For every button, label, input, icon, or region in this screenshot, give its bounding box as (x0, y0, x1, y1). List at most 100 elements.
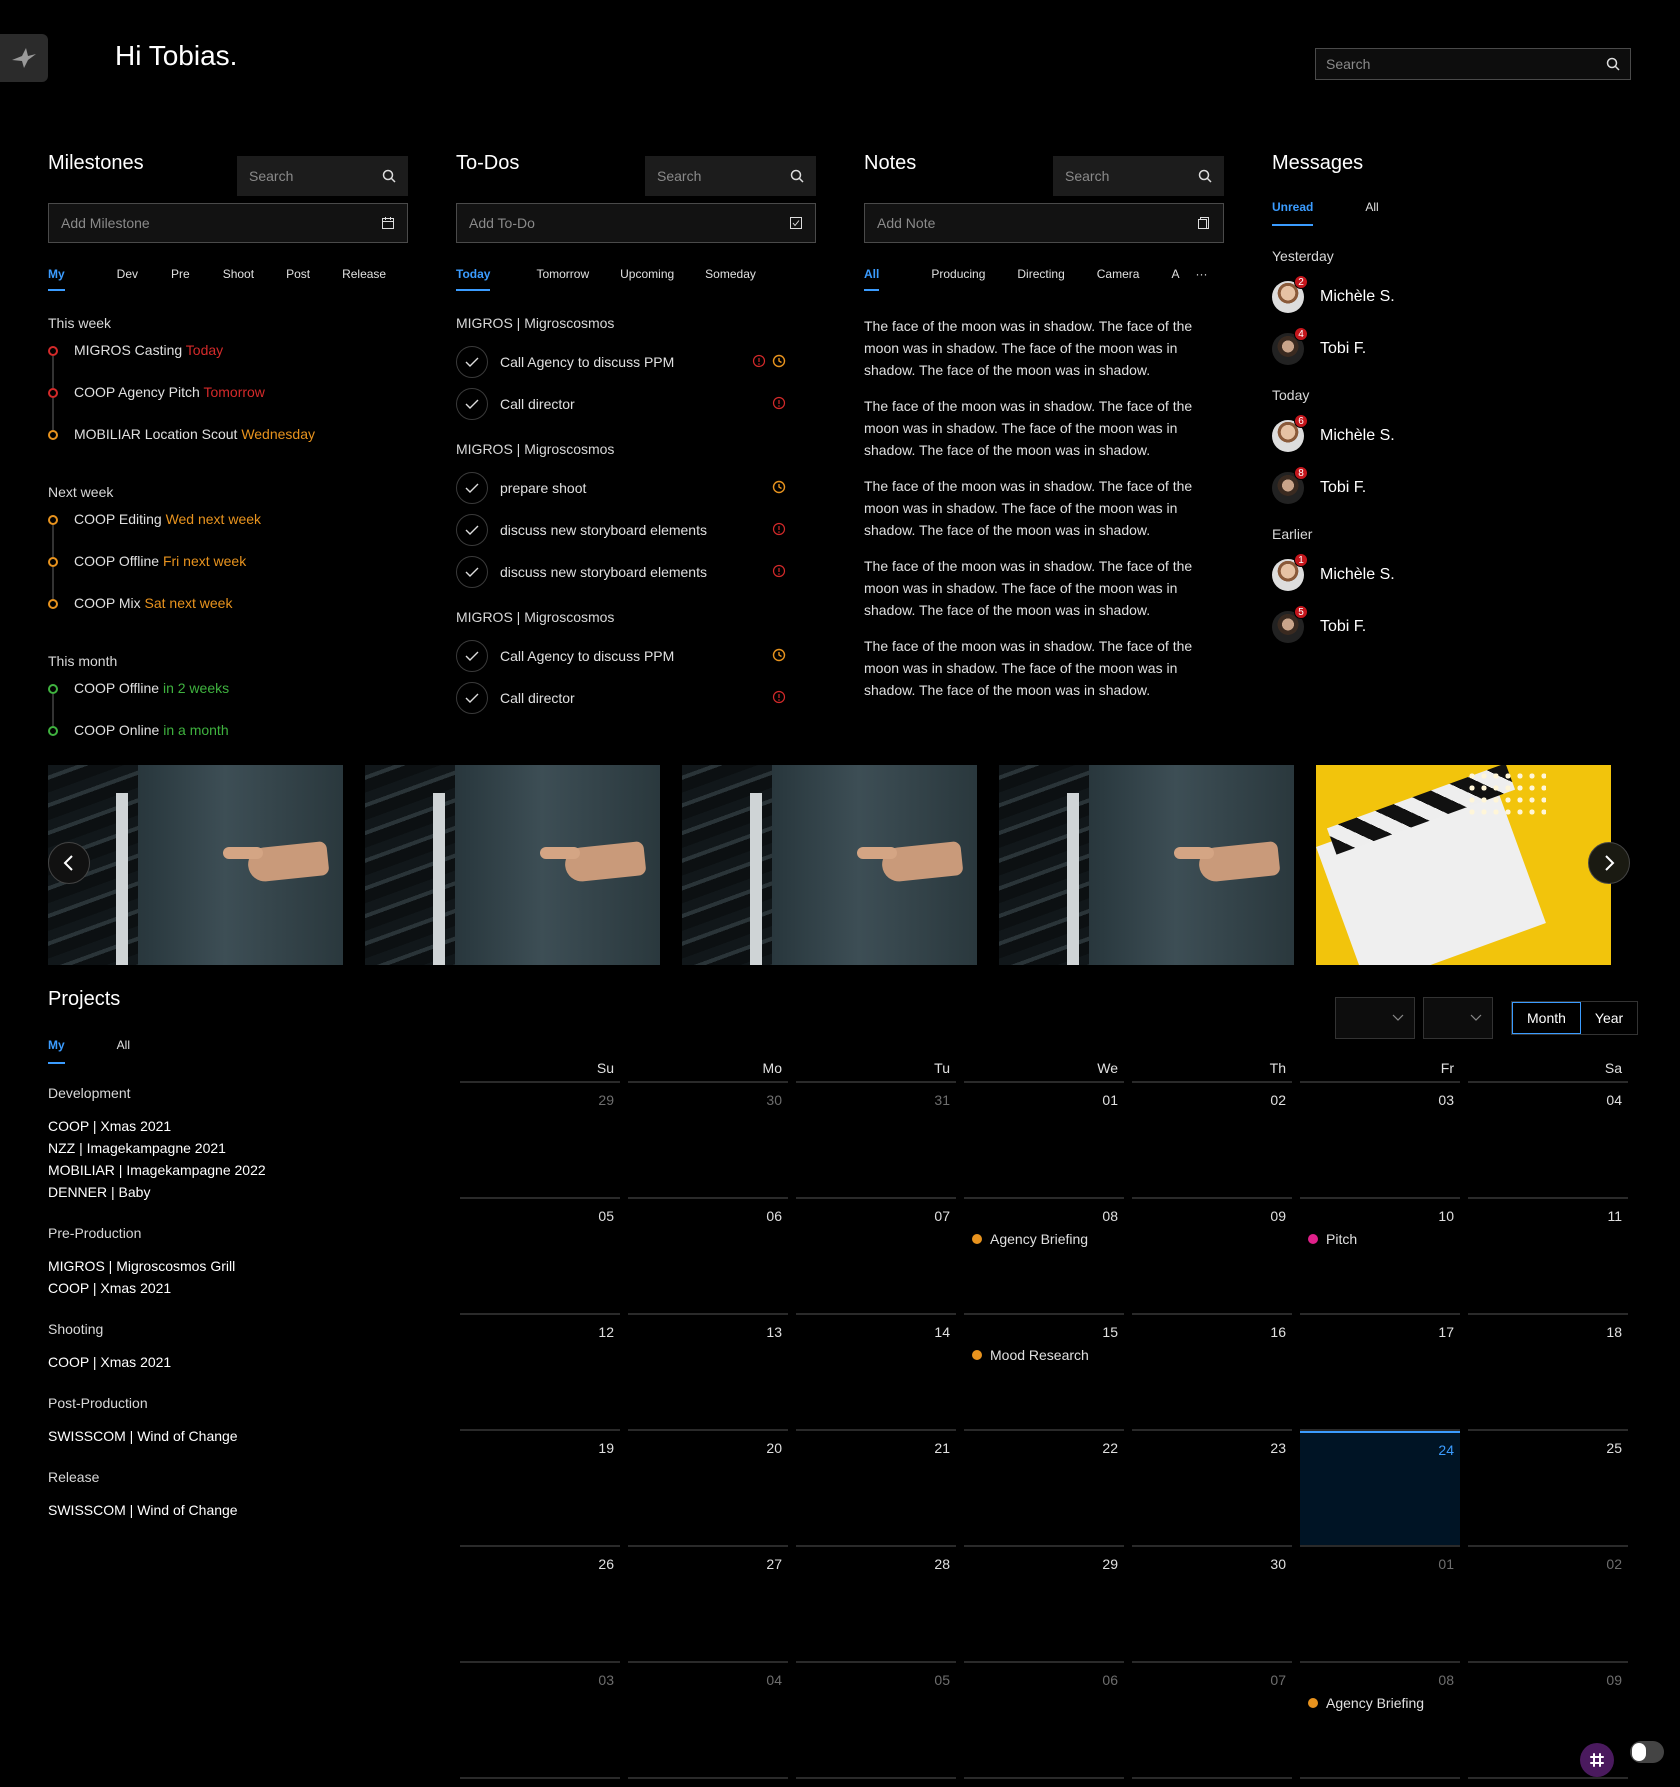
tab-upcoming[interactable]: Upcoming (620, 267, 674, 291)
calendar-day[interactable]: 04 (1468, 1083, 1628, 1199)
message-item[interactable]: 1 Michèle S. (1272, 549, 1572, 601)
calendar-day[interactable]: 01 (1300, 1547, 1460, 1663)
calendar-day[interactable]: 07 (1132, 1663, 1292, 1779)
todo-complete-button[interactable] (456, 514, 488, 546)
tab-dev[interactable]: Dev (117, 267, 138, 291)
calendar-day[interactable]: 03 (460, 1663, 620, 1779)
search-icon[interactable] (382, 169, 396, 183)
milestone-item[interactable]: COOP Editing Wed next week (48, 509, 408, 557)
calendar-day[interactable]: 02 (1468, 1547, 1628, 1663)
note-item[interactable]: The face of the moon was in shadow. The … (864, 635, 1204, 701)
message-item[interactable]: 2 Michèle S. (1272, 271, 1572, 323)
calendar-day[interactable]: 05 (460, 1199, 620, 1315)
calendar-day[interactable]: 04 (628, 1663, 788, 1779)
note-item[interactable]: The face of the moon was in shadow. The … (864, 475, 1204, 541)
calendar-day[interactable]: 31 (796, 1083, 956, 1199)
calendar-day[interactable]: 28 (796, 1547, 956, 1663)
milestones-search-input[interactable]: Search (237, 156, 408, 196)
more-tabs-button[interactable]: ··· (1195, 267, 1207, 291)
note-item[interactable]: The face of the moon was in shadow. The … (864, 315, 1204, 381)
search-icon[interactable] (1606, 57, 1620, 71)
milestone-item[interactable]: MIGROS Casting Today (48, 340, 408, 388)
checkbox-icon[interactable] (789, 216, 803, 230)
theme-toggle[interactable] (1630, 1741, 1664, 1763)
calendar-day[interactable]: 01 (964, 1083, 1124, 1199)
calendar-day[interactable]: 30 (628, 1083, 788, 1199)
notes-search-input[interactable]: Search (1053, 156, 1224, 196)
message-item[interactable]: 4 Tobi F. (1272, 323, 1572, 375)
tab-release[interactable]: Release (342, 267, 386, 291)
global-search-input[interactable]: Search (1315, 48, 1631, 80)
calendar-day[interactable]: 12 (460, 1315, 620, 1431)
tab-my-projects[interactable]: My (48, 1038, 65, 1064)
calendar-day[interactable]: 27 (628, 1547, 788, 1663)
tab-post[interactable]: Post (286, 267, 310, 291)
message-item[interactable]: 5 Tobi F. (1272, 601, 1572, 653)
tab-producing[interactable]: Producing (931, 267, 985, 291)
calendar-day[interactable]: 11 (1468, 1199, 1628, 1315)
carousel-image[interactable] (1316, 765, 1611, 965)
calendar-event[interactable]: Pitch (1308, 1231, 1357, 1247)
calendar-day[interactable]: 05 (796, 1663, 956, 1779)
calendar-day[interactable]: 02 (1132, 1083, 1292, 1199)
calendar-day-today[interactable]: 24 (1300, 1431, 1460, 1547)
tab-today[interactable]: Today (456, 267, 491, 291)
tab-tomorrow[interactable]: Tomorrow (536, 267, 589, 291)
todo-text[interactable]: Call director (500, 690, 575, 706)
calendar-day[interactable]: 13 (628, 1315, 788, 1431)
calendar-day[interactable]: 19 (460, 1431, 620, 1547)
calendar-day[interactable]: 08 Agency Briefing (964, 1199, 1124, 1315)
calendar-icon[interactable] (381, 216, 395, 230)
project-item[interactable]: NZZ | Imagekampagne 2021 (48, 1137, 408, 1159)
note-item[interactable]: The face of the moon was in shadow. The … (864, 395, 1204, 461)
tab-pre[interactable]: Pre (171, 267, 190, 291)
app-logo[interactable] (0, 34, 48, 82)
tab-someday[interactable]: Someday (705, 267, 756, 291)
project-item[interactable]: COOP | Xmas 2021 (48, 1115, 408, 1137)
carousel-image[interactable] (682, 765, 977, 965)
calendar-day[interactable]: 06 (628, 1199, 788, 1315)
todo-complete-button[interactable] (456, 640, 488, 672)
note-icon[interactable] (1197, 216, 1211, 230)
calendar-day[interactable]: 29 (964, 1547, 1124, 1663)
todo-complete-button[interactable] (456, 346, 488, 378)
milestone-item[interactable]: COOP Agency Pitch Tomorrow (48, 382, 408, 430)
calendar-day[interactable]: 09 (1132, 1199, 1292, 1315)
todo-complete-button[interactable] (456, 682, 488, 714)
calendar-day[interactable]: 03 (1300, 1083, 1460, 1199)
tab-camera[interactable]: Camera (1097, 267, 1140, 291)
todo-complete-button[interactable] (456, 556, 488, 588)
message-item[interactable]: 6 Michèle S. (1272, 410, 1572, 462)
year-view-button[interactable]: Year (1581, 1002, 1637, 1034)
tab-all[interactable]: All (864, 267, 880, 291)
todo-text[interactable]: discuss new storyboard elements (500, 522, 707, 538)
calendar-day[interactable]: 06 (964, 1663, 1124, 1779)
project-item[interactable]: MOBILIAR | Imagekampagne 2022 (48, 1159, 408, 1181)
tab-shoot[interactable]: Shoot (223, 267, 254, 291)
calendar-day[interactable]: 16 (1132, 1315, 1292, 1431)
tab-unread[interactable]: Unread (1272, 200, 1314, 226)
todo-text[interactable]: prepare shoot (500, 480, 586, 496)
todo-text[interactable]: Call Agency to discuss PPM (500, 354, 674, 370)
calendar-event[interactable]: Mood Research (972, 1347, 1089, 1363)
calendar-day[interactable]: 25 (1468, 1431, 1628, 1547)
add-todo-input[interactable]: Add To-Do (456, 203, 816, 243)
milestone-item[interactable]: MOBILIAR Location Scout Wednesday (48, 424, 408, 466)
calendar-day[interactable]: 30 (1132, 1547, 1292, 1663)
tab-my[interactable]: My (48, 267, 65, 291)
calendar-day[interactable]: 20 (628, 1431, 788, 1547)
search-icon[interactable] (1198, 169, 1212, 183)
add-note-input[interactable]: Add Note (864, 203, 1224, 243)
calendar-day[interactable]: 17 (1300, 1315, 1460, 1431)
milestone-item[interactable]: COOP Offline in 2 weeks (48, 678, 408, 726)
calendar-day[interactable]: 29 (460, 1083, 620, 1199)
todos-search-input[interactable]: Search (645, 156, 816, 196)
todo-complete-button[interactable] (456, 472, 488, 504)
month-select[interactable] (1335, 997, 1415, 1039)
carousel-image[interactable] (365, 765, 660, 965)
carousel-next-button[interactable] (1588, 842, 1630, 884)
calendar-event[interactable]: Agency Briefing (1308, 1695, 1424, 1711)
calendar-day[interactable]: 21 (796, 1431, 956, 1547)
calendar-day[interactable]: 14 (796, 1315, 956, 1431)
calendar-day[interactable]: 08 Agency Briefing (1300, 1663, 1460, 1779)
